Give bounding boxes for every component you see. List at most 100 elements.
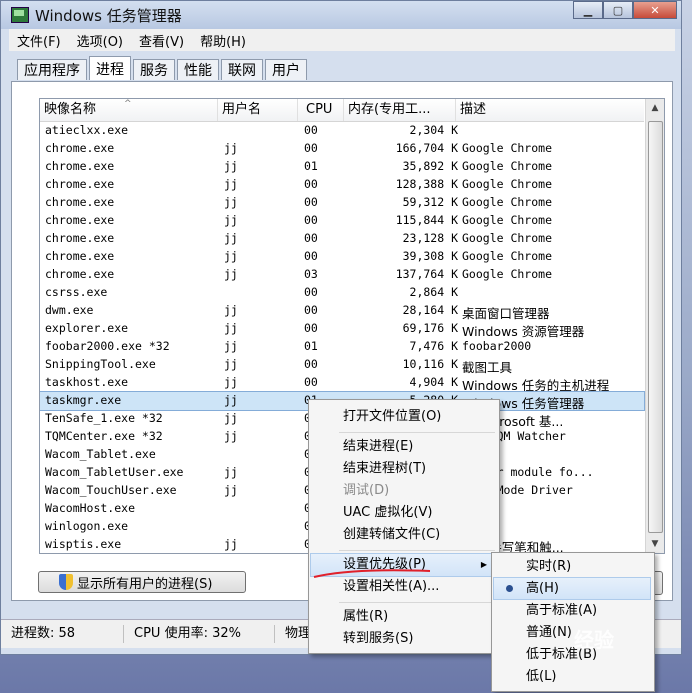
menu-options[interactable]: 选项(O): [69, 31, 131, 50]
process-user: jj: [224, 537, 238, 551]
column-description[interactable]: 描述: [456, 99, 644, 121]
status-physical-memory: 物理: [285, 626, 312, 641]
process-name: SnippingTool.exe: [45, 357, 156, 371]
tab-applications[interactable]: 应用程序: [17, 59, 87, 80]
column-cpu[interactable]: CPU: [298, 99, 344, 121]
process-name: chrome.exe: [45, 231, 115, 245]
process-name: TQMCenter.exe *32: [45, 429, 163, 443]
vertical-scrollbar[interactable]: ▲ ▼: [645, 99, 664, 553]
minimize-button[interactable]: ▁: [573, 1, 603, 19]
process-description: Google Chrome: [462, 195, 553, 209]
process-name: chrome.exe: [45, 249, 115, 263]
process-cpu: 00: [304, 213, 318, 227]
process-name: Wacom_TabletUser.exe: [45, 465, 184, 479]
process-memory: 39,308 K: [402, 249, 458, 263]
menu-end-process[interactable]: 结束进程(E): [311, 436, 495, 458]
process-memory: 137,764 K: [395, 267, 458, 281]
process-name: taskhost.exe: [45, 375, 129, 389]
list-header: 映像名称 ^ 用户名 CPU 内存(专用工... 描述: [40, 99, 644, 122]
process-cpu: 00: [304, 321, 318, 335]
table-row[interactable]: foobar2000.exe *32 jj 01 7,476 K foobar2000: [40, 338, 644, 356]
column-user-name[interactable]: 用户名: [218, 99, 298, 121]
process-name: TenSafe_1.exe *32: [45, 411, 163, 425]
table-row[interactable]: explorer.exe jj 00 69,176 K Windows 资源管理器: [40, 320, 644, 339]
priority-realtime[interactable]: 实时(R): [494, 556, 650, 577]
menu-properties[interactable]: 属性(R): [311, 606, 495, 628]
table-row[interactable]: chrome.exe jj 00 128,388 K Google Chrome: [40, 176, 644, 194]
menu-end-process-tree[interactable]: 结束进程树(T): [311, 458, 495, 480]
process-cpu: 00: [304, 375, 318, 389]
title-bar[interactable]: Windows 任务管理器 ▁ ▢ ✕: [1, 1, 681, 29]
process-cpu: 00: [304, 285, 318, 299]
menu-separator: [339, 432, 495, 433]
table-row[interactable]: chrome.exe jj 00 59,312 K Google Chrome: [40, 194, 644, 212]
process-name: foobar2000.exe *32: [45, 339, 170, 353]
process-memory: 23,128 K: [402, 231, 458, 245]
column-memory[interactable]: 内存(专用工...: [344, 99, 456, 121]
table-row[interactable]: chrome.exe jj 00 166,704 K Google Chrome: [40, 140, 644, 158]
menu-uac-virtualization[interactable]: UAC 虚拟化(V): [311, 502, 495, 524]
process-memory: 35,892 K: [402, 159, 458, 173]
table-row[interactable]: chrome.exe jj 00 39,308 K Google Chrome: [40, 248, 644, 266]
process-name: Wacom_TouchUser.exe: [45, 483, 177, 497]
tab-services[interactable]: 服务: [133, 59, 175, 80]
tab-users[interactable]: 用户: [265, 59, 307, 80]
process-name: Wacom_Tablet.exe: [45, 447, 156, 461]
priority-low[interactable]: 低(L): [494, 666, 650, 687]
priority-high[interactable]: 高(H): [493, 577, 651, 600]
close-icon: ✕: [650, 3, 660, 17]
menu-help[interactable]: 帮助(H): [192, 31, 254, 50]
process-name: winlogon.exe: [45, 519, 129, 533]
close-button[interactable]: ✕: [633, 1, 677, 19]
menu-separator: [339, 550, 495, 551]
table-row[interactable]: chrome.exe jj 00 23,128 K Google Chrome: [40, 230, 644, 248]
table-row[interactable]: SnippingTool.exe jj 00 10,116 K 截图工具: [40, 356, 644, 375]
maximize-icon: ▢: [612, 3, 624, 17]
process-cpu: 00: [304, 303, 318, 317]
process-user: jj: [224, 411, 238, 425]
process-name: wisptis.exe: [45, 537, 122, 551]
scroll-thumb[interactable]: [648, 121, 663, 533]
process-name: dwm.exe: [45, 303, 94, 317]
table-row[interactable]: csrss.exe 00 2,864 K: [40, 284, 644, 302]
process-memory: 28,164 K: [402, 303, 458, 317]
table-row[interactable]: taskhost.exe jj 00 4,904 K Windows 任务的主机进程: [40, 374, 644, 393]
watermark: 经验: [574, 628, 614, 652]
scroll-up-icon[interactable]: ▲: [646, 99, 664, 117]
process-description: Google Chrome: [462, 159, 553, 173]
menu-open-file-location[interactable]: 打开文件位置(O): [311, 406, 495, 428]
process-cpu: 03: [304, 267, 318, 281]
table-row[interactable]: atieclxx.exe 00 2,304 K: [40, 122, 644, 140]
process-name: chrome.exe: [45, 213, 115, 227]
priority-above-normal[interactable]: 高于标准(A): [494, 600, 650, 621]
table-row[interactable]: chrome.exe jj 03 137,764 K Google Chrome: [40, 266, 644, 284]
maximize-button[interactable]: ▢: [603, 1, 633, 19]
table-row[interactable]: chrome.exe jj 01 35,892 K Google Chrome: [40, 158, 644, 176]
process-cpu: 00: [304, 357, 318, 371]
process-cpu: 01: [304, 339, 318, 353]
process-name: chrome.exe: [45, 267, 115, 281]
window-title: Windows 任务管理器: [35, 7, 182, 25]
menu-go-to-service[interactable]: 转到服务(S): [311, 628, 495, 650]
show-all-users-processes-button[interactable]: 显示所有用户的进程(S): [38, 571, 246, 593]
menu-view[interactable]: 查看(V): [131, 31, 192, 50]
process-user: jj: [224, 303, 238, 317]
process-memory: 59,312 K: [402, 195, 458, 209]
radio-selected-icon: [506, 585, 513, 592]
menu-create-dump-file[interactable]: 创建转储文件(C): [311, 524, 495, 546]
column-image-name[interactable]: 映像名称 ^: [40, 99, 218, 121]
tab-networking[interactable]: 联网: [221, 59, 263, 80]
table-row[interactable]: dwm.exe jj 00 28,164 K 桌面窗口管理器: [40, 302, 644, 321]
tab-performance[interactable]: 性能: [177, 59, 219, 80]
process-name: explorer.exe: [45, 321, 129, 335]
menu-file[interactable]: 文件(F): [9, 31, 69, 50]
scroll-down-icon[interactable]: ▼: [646, 535, 664, 553]
process-user: jj: [224, 321, 238, 335]
table-row[interactable]: chrome.exe jj 00 115,844 K Google Chrome: [40, 212, 644, 230]
process-user: jj: [224, 159, 238, 173]
process-cpu: 01: [304, 159, 318, 173]
process-user: jj: [224, 465, 238, 479]
process-memory: 128,388 K: [395, 177, 458, 191]
tab-processes[interactable]: 进程: [89, 56, 131, 80]
process-cpu: 00: [304, 141, 318, 155]
